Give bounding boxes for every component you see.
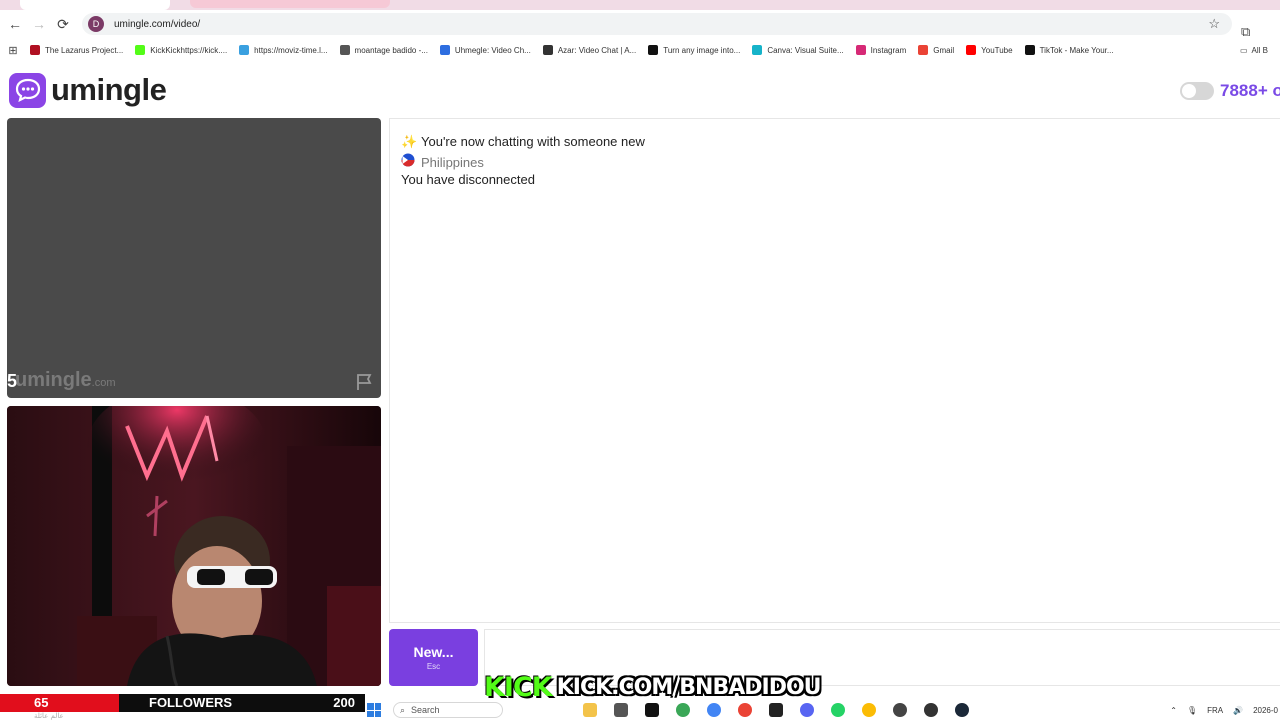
site-info-icon[interactable]: D xyxy=(88,16,104,32)
tab-inactive[interactable] xyxy=(190,0,390,8)
discord-icon[interactable] xyxy=(800,703,814,717)
bookmark-favicon-icon xyxy=(542,45,553,55)
microphone-icon[interactable]: 🎙 xyxy=(1187,706,1197,715)
tab-active[interactable] xyxy=(20,0,170,10)
chrome-icon[interactable] xyxy=(707,703,721,717)
browser-toolbar: ← → ⟳ D umingle.com/video/ ☆ ⧉ xyxy=(0,10,1280,40)
site-logo[interactable]: umingle xyxy=(9,72,167,108)
taskbar-apps: ⌕ Search xyxy=(365,700,1280,720)
kick-url: KICK.COM/BNBADIDOU xyxy=(556,674,822,700)
bookmark-favicon-icon xyxy=(439,45,450,55)
bookmark-item[interactable]: Turn any image into... xyxy=(648,45,740,55)
bookmark-favicon-icon xyxy=(918,45,929,55)
chrome-icon[interactable] xyxy=(676,703,690,717)
obs-icon[interactable] xyxy=(893,703,907,717)
video-watermark: umingle.com xyxy=(15,369,116,391)
followers-progress-fill xyxy=(0,694,119,712)
all-bookmarks[interactable]: ▭ All B xyxy=(1240,46,1268,55)
chrome-icon[interactable] xyxy=(738,703,752,717)
capcut-icon[interactable] xyxy=(769,703,783,717)
bookmark-item[interactable]: https://moviz-time.l... xyxy=(239,45,328,55)
tiktok-icon[interactable] xyxy=(645,703,659,717)
bookmark-item[interactable]: moantage badido -... xyxy=(339,45,428,55)
bookmark-item[interactable]: Uhmegle: Video Ch... xyxy=(439,45,531,55)
address-bar[interactable]: D umingle.com/video/ ☆ xyxy=(82,13,1232,35)
extensions-icon[interactable]: ⧉ xyxy=(1241,24,1250,40)
bookmarks-bar: ⊞ The Lazarus Project... KickKickhttps:/… xyxy=(0,40,1280,60)
online-count: 7888+ o xyxy=(1220,81,1280,100)
bookmark-star-icon[interactable]: ☆ xyxy=(1208,16,1220,32)
followers-goal-bar: 65 FOLLOWERS 200 xyxy=(0,694,365,712)
philippines-flag-icon xyxy=(401,153,417,170)
bookmark-favicon-icon xyxy=(1024,45,1035,55)
bookmark-favicon-icon xyxy=(648,45,659,55)
bookmark-favicon-icon xyxy=(752,45,763,55)
logo-text: umingle xyxy=(51,72,167,107)
apps-grid-icon[interactable]: ⊞ xyxy=(0,44,26,57)
new-chat-button[interactable]: New... Esc xyxy=(389,629,478,686)
self-video xyxy=(7,406,381,686)
bookmark-item[interactable]: Azar: Video Chat | A... xyxy=(542,45,636,55)
back-icon[interactable]: ← xyxy=(3,12,27,36)
bookmark-favicon-icon xyxy=(966,45,977,55)
bookmark-item[interactable]: KickKickhttps://kick.... xyxy=(135,45,227,55)
chat-bubble-icon xyxy=(9,72,46,108)
header-right: 7888+ o xyxy=(1180,81,1280,101)
search-icon: ⌕ xyxy=(400,704,406,715)
forward-icon[interactable]: → xyxy=(27,12,51,36)
bookmark-favicon-icon xyxy=(339,45,350,55)
webcam-feed-image xyxy=(7,406,381,686)
stranger-video: 5 umingle.com xyxy=(7,118,381,398)
windows-start-icon[interactable] xyxy=(367,703,381,717)
bookmark-favicon-icon xyxy=(855,45,866,55)
chevron-up-icon[interactable]: ⌃ xyxy=(1170,706,1177,715)
browser-tab-strip xyxy=(0,0,1280,10)
chatgpt-icon[interactable] xyxy=(614,703,628,717)
theme-toggle[interactable] xyxy=(1180,82,1214,100)
media-player-icon[interactable] xyxy=(924,703,938,717)
whatsapp-icon[interactable] xyxy=(831,703,845,717)
bookmark-favicon-icon xyxy=(30,45,40,55)
sparkles-icon: ✨ xyxy=(401,134,418,149)
url-text[interactable]: umingle.com/video/ xyxy=(114,19,200,30)
bookmark-favicon-icon xyxy=(239,45,250,55)
bookmarks-folder-icon: ▭ xyxy=(1239,45,1248,55)
steam-icon[interactable] xyxy=(955,703,969,717)
kick-overlay: KICK KICK.COM/BNBADIDOU xyxy=(484,671,822,703)
overlay-caption: عالم عائلة xyxy=(34,712,64,720)
chrome-icon[interactable] xyxy=(862,703,876,717)
report-flag-icon[interactable] xyxy=(355,372,375,392)
taskbar-search[interactable]: ⌕ Search xyxy=(393,702,503,718)
chat-message: Philippines xyxy=(401,153,484,170)
chat-message: You have disconnected xyxy=(401,172,535,187)
file-explorer-icon[interactable] xyxy=(583,703,597,717)
bookmark-item[interactable]: Gmail xyxy=(918,45,954,55)
system-tray: ⌃ 🎙 FRA 🔊 2026-0 xyxy=(1170,700,1280,720)
reload-icon[interactable]: ⟳ xyxy=(51,12,75,36)
chat-log: ✨ You're now chatting with someone new Ph… xyxy=(389,118,1280,623)
chat-message: ✨ You're now chatting with someone new xyxy=(401,134,645,149)
clock-date[interactable]: 2026-0 xyxy=(1253,706,1278,715)
volume-icon[interactable]: 🔊 xyxy=(1233,706,1243,715)
bookmark-item[interactable]: YouTube xyxy=(966,45,1013,55)
kick-logo: KICK xyxy=(484,671,553,703)
bookmark-item[interactable]: Instagram xyxy=(855,45,906,55)
bookmark-item[interactable]: Canva: Visual Suite... xyxy=(752,45,844,55)
bookmark-item[interactable]: The Lazarus Project... xyxy=(30,45,123,55)
bookmark-item[interactable]: TikTok - Make Your... xyxy=(1024,45,1114,55)
bookmark-favicon-icon xyxy=(135,45,146,55)
language-indicator[interactable]: FRA xyxy=(1207,706,1223,715)
